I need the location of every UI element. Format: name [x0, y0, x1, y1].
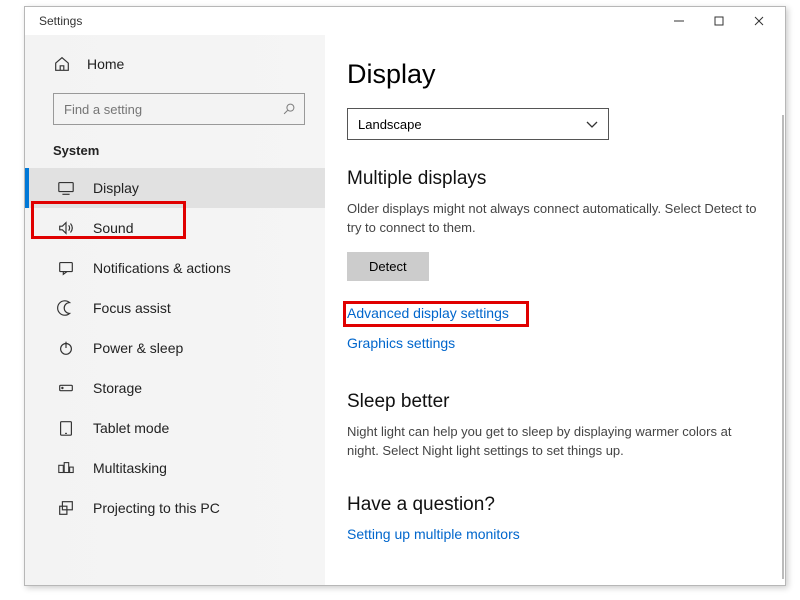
- nav-label: Multitasking: [93, 460, 167, 476]
- nav-label: Sound: [93, 220, 133, 236]
- sidebar-item-storage[interactable]: Storage: [25, 368, 325, 408]
- sidebar: Home System Display Sound: [25, 35, 325, 585]
- projecting-icon: [57, 499, 75, 517]
- display-icon: [57, 179, 75, 197]
- page-title: Display: [347, 59, 757, 90]
- sidebar-item-projecting[interactable]: Projecting to this PC: [25, 488, 325, 528]
- home-icon: [53, 55, 71, 73]
- advanced-display-settings-link[interactable]: Advanced display settings: [347, 305, 757, 321]
- sidebar-item-sound[interactable]: Sound: [25, 208, 325, 248]
- multitasking-icon: [57, 459, 75, 477]
- chevron-down-icon: [586, 117, 598, 132]
- sidebar-item-home[interactable]: Home: [25, 47, 325, 81]
- content-area: Home System Display Sound: [25, 35, 785, 585]
- nav-label: Focus assist: [93, 300, 171, 316]
- search-input[interactable]: [64, 102, 282, 117]
- close-button[interactable]: [739, 7, 779, 35]
- graphics-settings-link[interactable]: Graphics settings: [347, 335, 757, 351]
- nav-label: Storage: [93, 380, 142, 396]
- titlebar: Settings: [25, 7, 785, 35]
- nav-label: Tablet mode: [93, 420, 169, 436]
- sidebar-item-power-sleep[interactable]: Power & sleep: [25, 328, 325, 368]
- sidebar-item-multitasking[interactable]: Multitasking: [25, 448, 325, 488]
- setting-up-multiple-monitors-link[interactable]: Setting up multiple monitors: [347, 526, 757, 542]
- window-title: Settings: [39, 14, 82, 28]
- minimize-icon: [674, 16, 684, 26]
- nav-label: Projecting to this PC: [93, 500, 220, 516]
- multiple-displays-text: Older displays might not always connect …: [347, 200, 757, 238]
- notifications-icon: [57, 259, 75, 277]
- minimize-button[interactable]: [659, 7, 699, 35]
- maximize-icon: [714, 16, 724, 26]
- home-label: Home: [87, 56, 124, 72]
- sleep-better-text: Night light can help you get to sleep by…: [347, 423, 757, 461]
- orientation-select[interactable]: Landscape: [347, 108, 609, 140]
- nav-label: Power & sleep: [93, 340, 183, 356]
- search-icon: [282, 102, 296, 116]
- sidebar-item-focus-assist[interactable]: Focus assist: [25, 288, 325, 328]
- nav-label: Display: [93, 180, 139, 196]
- have-a-question-heading: Have a question?: [347, 494, 757, 516]
- sidebar-item-display[interactable]: Display: [25, 168, 325, 208]
- category-label: System: [25, 139, 325, 168]
- window-controls: [659, 7, 779, 35]
- sidebar-item-tablet-mode[interactable]: Tablet mode: [25, 408, 325, 448]
- focus-assist-icon: [57, 299, 75, 317]
- scrollbar[interactable]: [782, 115, 784, 579]
- sound-icon: [57, 219, 75, 237]
- tablet-icon: [57, 419, 75, 437]
- maximize-button[interactable]: [699, 7, 739, 35]
- nav-label: Notifications & actions: [93, 260, 231, 276]
- orientation-value: Landscape: [358, 117, 422, 132]
- sidebar-item-notifications[interactable]: Notifications & actions: [25, 248, 325, 288]
- settings-window: Settings Home: [24, 6, 786, 586]
- multiple-displays-heading: Multiple displays: [347, 168, 757, 190]
- main-panel: Display Landscape Multiple displays Olde…: [325, 35, 785, 585]
- power-icon: [57, 339, 75, 357]
- search-box[interactable]: [53, 93, 305, 125]
- storage-icon: [57, 379, 75, 397]
- detect-button[interactable]: Detect: [347, 252, 429, 281]
- sleep-better-heading: Sleep better: [347, 391, 757, 413]
- close-icon: [754, 16, 764, 26]
